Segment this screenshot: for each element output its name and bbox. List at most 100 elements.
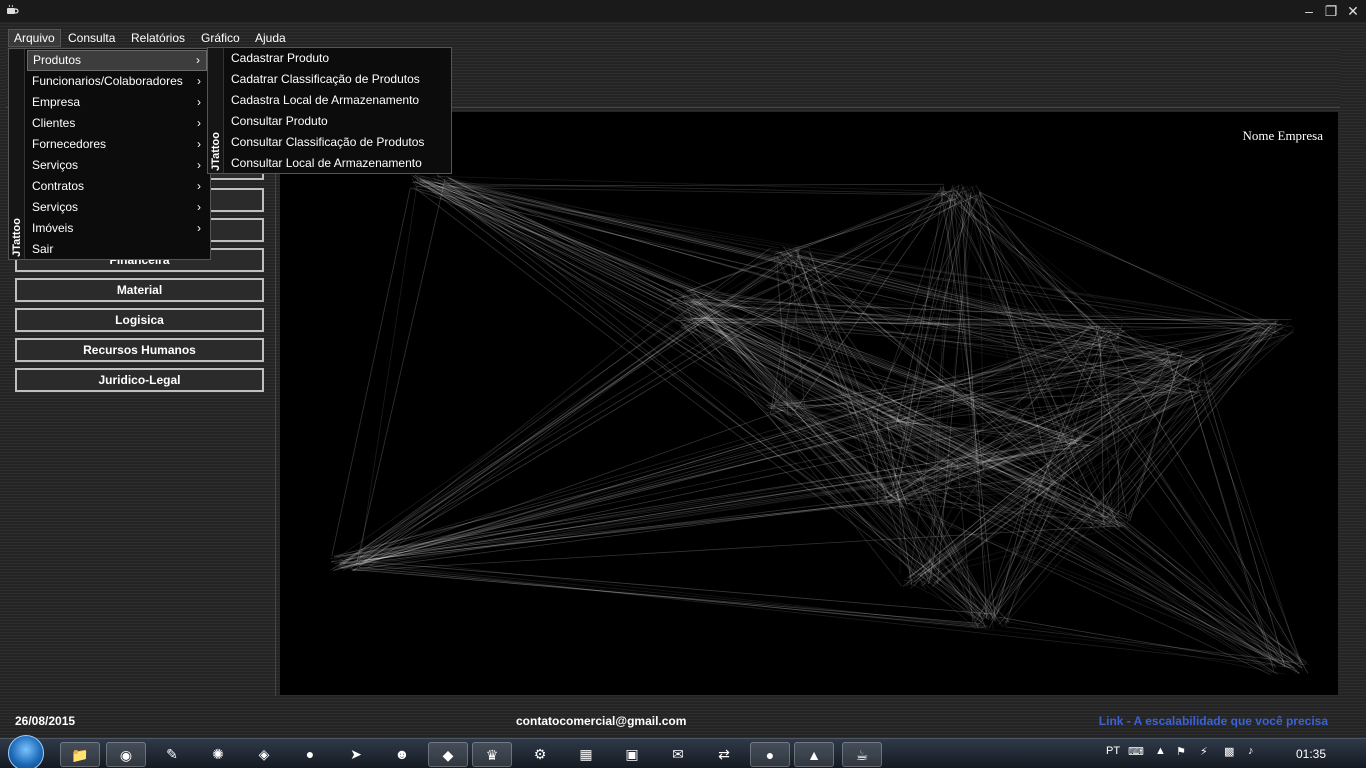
network-line: [414, 174, 783, 412]
git-icon[interactable]: ◆: [428, 742, 468, 767]
menu-item-cadastrar-classificacao[interactable]: Cadatrar Classificação de Produtos: [226, 69, 451, 90]
status-email: contatocomercial@gmail.com: [516, 714, 687, 728]
network-graphic: [330, 173, 1309, 676]
network-line: [799, 402, 995, 622]
flag-icon[interactable]: ⚑: [1176, 745, 1186, 758]
paint-icon[interactable]: ◈: [244, 742, 284, 767]
start-button[interactable]: [8, 735, 44, 768]
network-line: [342, 561, 988, 627]
folder-icon[interactable]: 📁: [60, 742, 100, 767]
chevron-right-icon: ›: [197, 221, 201, 235]
clock[interactable]: 01:35: [1296, 747, 1326, 761]
menu-item-servicos-2[interactable]: Serviços ›: [27, 197, 207, 218]
teamviewer-icon[interactable]: ⇄: [704, 742, 744, 767]
menu-item-cadastrar-local[interactable]: Cadastra Local de Armazenamento: [226, 90, 451, 111]
menu-item-empresa[interactable]: Empresa ›: [27, 92, 207, 113]
network-line: [360, 408, 786, 562]
network-line: [359, 503, 871, 557]
network-line: [448, 179, 1093, 336]
chevron-right-icon: ›: [197, 95, 201, 109]
network-line: [774, 252, 1183, 355]
network-line: [1108, 338, 1309, 674]
app-icon[interactable]: ▲: [794, 742, 834, 767]
network-line: [412, 175, 879, 418]
network-line: [437, 183, 1289, 332]
chevron-right-icon: ›: [197, 116, 201, 130]
menu-relatorios[interactable]: Relatórios: [126, 29, 190, 47]
menu-brand: JTattoo: [11, 218, 23, 257]
language-indicator[interactable]: PT: [1106, 745, 1120, 757]
menu-ajuda[interactable]: Ajuda: [250, 29, 291, 47]
menu-item-sair[interactable]: Sair: [27, 239, 207, 260]
network-line: [438, 185, 981, 618]
status-link[interactable]: Link - A escalabilidade que você precisa: [1099, 714, 1328, 728]
java-cup-icon: [7, 4, 19, 14]
side-button-juridico-legal[interactable]: Juridico-Legal: [15, 368, 264, 392]
menu-item-imoveis[interactable]: Imóveis ›: [27, 218, 207, 239]
network-line: [689, 301, 1088, 330]
network-line: [705, 330, 1273, 674]
virtualbox-icon[interactable]: ▣: [612, 742, 652, 767]
menu-item-label: Empresa: [32, 95, 81, 109]
menu-item-contratos[interactable]: Contratos ›: [27, 176, 207, 197]
chevron-right-icon: ›: [197, 137, 201, 151]
network-line: [1039, 488, 1273, 663]
company-name: Nome Empresa: [1242, 128, 1323, 143]
network-line: [1214, 331, 1294, 380]
power-icon[interactable]: ⚡: [1200, 745, 1208, 758]
side-button-recursos-humanos[interactable]: Recursos Humanos: [15, 338, 264, 362]
maximize-icon[interactable]: ❐: [1322, 2, 1340, 20]
menu-item-consultar-classificacao[interactable]: Consultar Classificação de Produtos: [226, 132, 451, 153]
menu-arquivo[interactable]: Arquivo: [8, 29, 61, 47]
menu-item-fornecedores[interactable]: Fornecedores ›: [27, 134, 207, 155]
network-line: [359, 318, 706, 559]
menu-consulta[interactable]: Consulta: [63, 29, 120, 47]
chrome-icon[interactable]: ◉: [106, 742, 146, 767]
chevron-right-icon: ›: [197, 200, 201, 214]
minimize-icon[interactable]: –: [1300, 2, 1318, 20]
network-line: [1001, 329, 1267, 628]
app-icon[interactable]: ⚙: [520, 742, 560, 767]
side-button-material[interactable]: Material: [15, 278, 264, 302]
network-line: [967, 462, 1280, 660]
keyboard-icon[interactable]: ⌨: [1128, 745, 1144, 758]
title-bar: – ❐ ✕: [0, 0, 1366, 22]
app-icon[interactable]: ☻: [382, 742, 422, 767]
eclipse-icon[interactable]: ●: [750, 742, 790, 767]
menu-item-clientes[interactable]: Clientes ›: [27, 113, 207, 134]
menu-item-consultar-local[interactable]: Consultar Local de Armazenamento: [226, 153, 451, 174]
network-line: [1203, 379, 1286, 667]
menu-brand-strip: JTattoo: [9, 49, 25, 259]
network-line: [358, 179, 419, 566]
menu-item-consultar-produto[interactable]: Consultar Produto: [226, 111, 451, 132]
eclipse-icon[interactable]: ●: [290, 742, 330, 767]
menu-grafico[interactable]: Gráfico: [196, 29, 245, 47]
show-hidden-icons-icon[interactable]: ▲: [1155, 745, 1166, 757]
volume-icon[interactable]: ♪: [1248, 745, 1254, 757]
app-icon[interactable]: ✉: [658, 742, 698, 767]
menu-item-label: Contratos: [32, 179, 85, 193]
menu-item-cadastrar-produto[interactable]: Cadastrar Produto: [226, 48, 451, 69]
taskbar: 📁 ◉ ✎ ✺ ◈ ● ➤ ☻ ◆ ♛ ⚙ ▦ ▣ ✉ ⇄ ● ▲ ☕ PT ⌨…: [0, 735, 1366, 768]
network-line: [1002, 620, 1286, 675]
java-icon[interactable]: ☕: [842, 742, 882, 767]
notepad-icon[interactable]: ✎: [152, 742, 192, 767]
menu-item-funcionarios[interactable]: Funcionarios/Colaboradores ›: [27, 71, 207, 92]
app-icon[interactable]: ➤: [336, 742, 376, 767]
close-icon[interactable]: ✕: [1344, 2, 1362, 20]
network-signal-icon[interactable]: ▩: [1224, 745, 1234, 758]
server-icon[interactable]: ▦: [566, 742, 606, 767]
side-button-logisica[interactable]: Logisica: [15, 308, 264, 332]
network-line: [350, 329, 681, 569]
menu-item-label: Imóveis: [32, 221, 74, 235]
app-icon[interactable]: ✺: [198, 742, 238, 767]
menu-item-produtos[interactable]: Produtos ›: [27, 50, 207, 71]
network-line: [444, 182, 700, 296]
network-line: [338, 566, 986, 627]
network-line: [1106, 324, 1272, 519]
network-line: [1193, 378, 1303, 666]
menu-item-servicos-1[interactable]: Serviços ›: [27, 155, 207, 176]
network-line: [413, 174, 1291, 662]
network-line: [430, 175, 967, 193]
postgres-icon[interactable]: ♛: [472, 742, 512, 767]
